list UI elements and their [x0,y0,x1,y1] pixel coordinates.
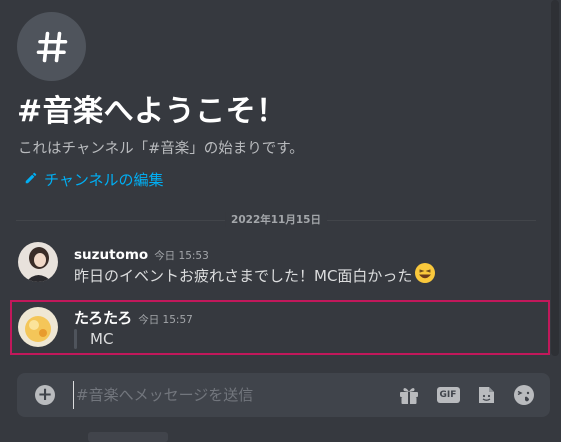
add-attachment-button[interactable]: + [35,385,55,405]
message-input[interactable] [73,381,376,409]
pencil-icon [24,170,38,189]
scrollbar[interactable] [551,0,559,356]
gift-icon[interactable] [397,384,421,406]
cutoff-content [88,432,168,442]
highlight-box [10,300,550,355]
edit-channel-label: チャンネルの編集 [44,171,164,189]
message-text: 昨日のイベントお疲れさまでした！MC面白かった [74,266,413,285]
emoji-picker-icon[interactable] [512,384,536,406]
gif-label: GIF [436,387,460,403]
message: suzutomo 今日 15:53 昨日のイベントお疲れさまでした！MC面白かった [18,242,549,290]
message-timestamp: 今日 15:53 [154,250,209,262]
message-composer: + GIF [17,373,550,417]
welcome-title: #音楽へようこそ！ [17,94,287,129]
laughing-face-emoji-icon[interactable] [414,262,436,288]
sticker-icon[interactable] [474,384,498,406]
channel-hash-icon [17,12,86,81]
avatar[interactable] [18,242,58,282]
welcome-description: これはチャンネル「#音楽」の始まりです。 [18,141,304,157]
edit-channel-link[interactable]: チャンネルの編集 [24,169,164,190]
divider-date: 2022年11月15日 [225,212,327,227]
message-author[interactable]: suzutomo [74,247,148,263]
date-divider: 2022年11月15日 [16,212,536,227]
gif-button[interactable]: GIF [436,384,460,406]
